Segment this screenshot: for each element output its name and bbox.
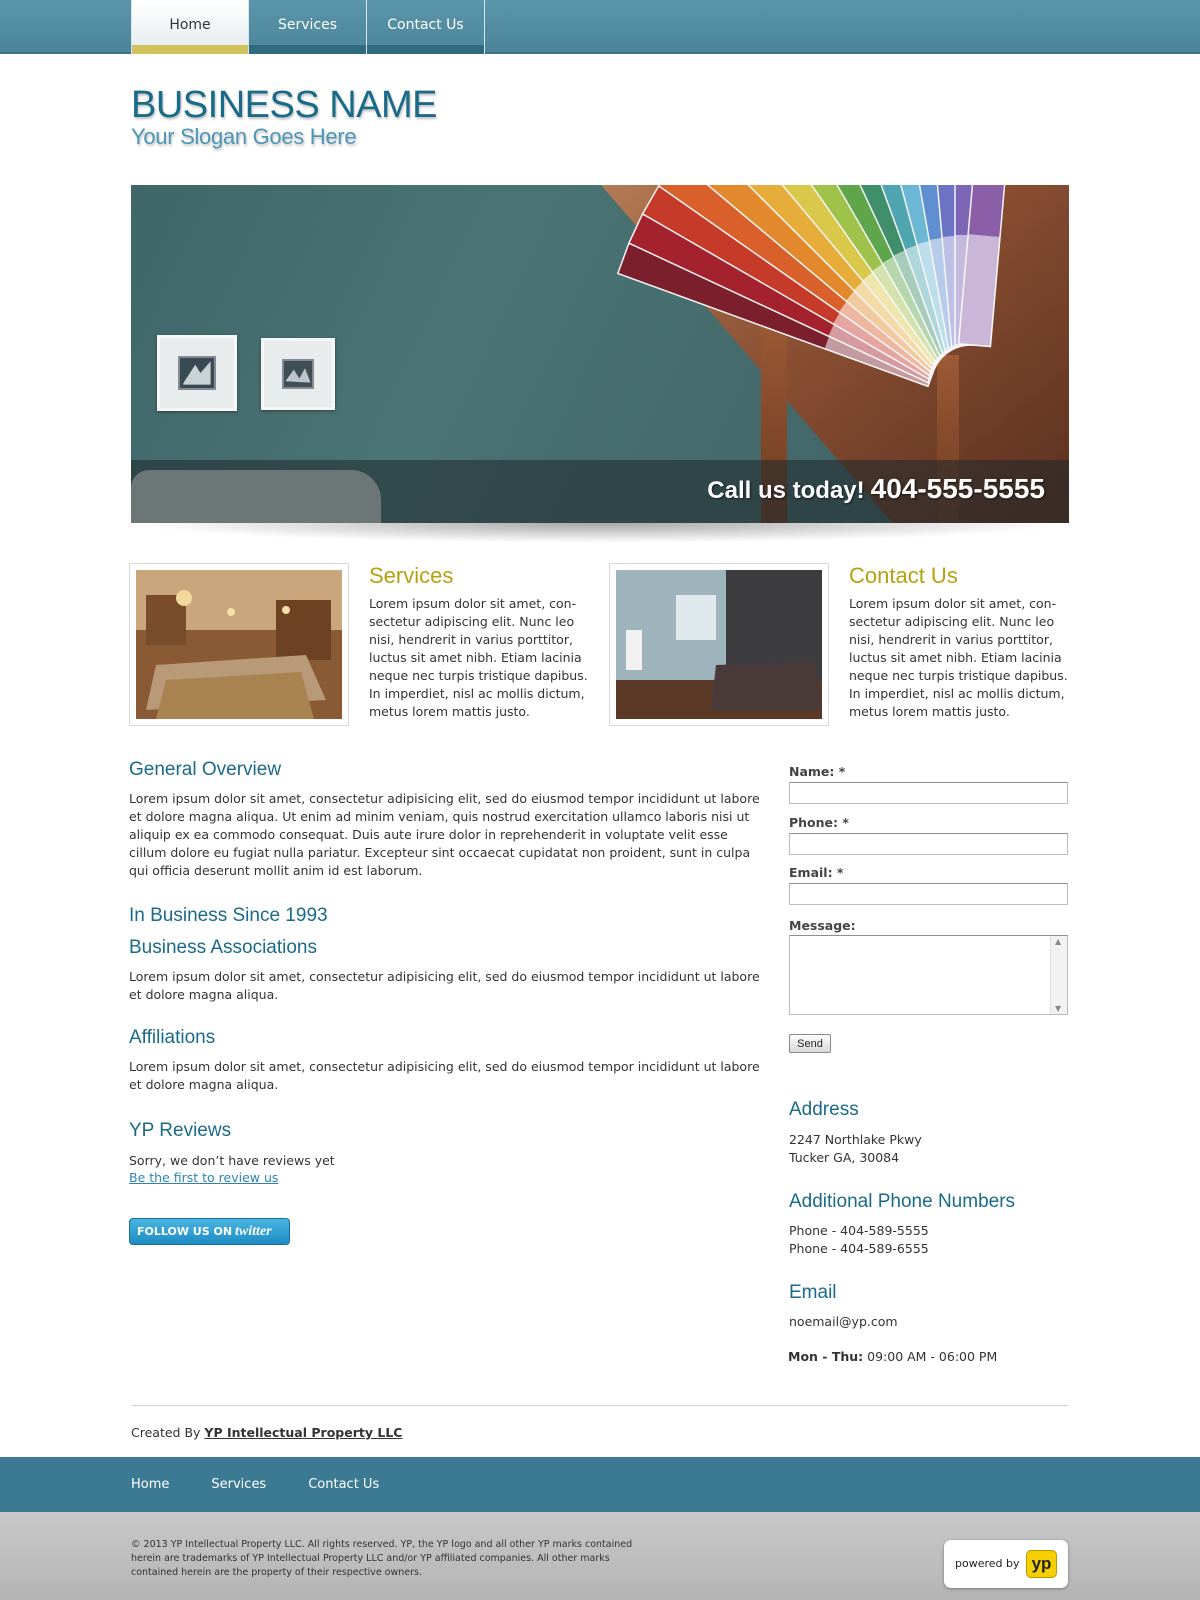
hero-banner: Call us today! 404-555-5555 — [131, 185, 1069, 523]
general-overview-text: Lorem ipsum dolor sit amet, consectetur … — [129, 791, 760, 878]
call-text: Call us today! — [707, 477, 865, 504]
wall-picture-frame — [261, 338, 335, 410]
hero-callout: Call us today! 404-555-5555 — [707, 473, 1045, 505]
email-address: noemail@yp.com — [789, 1314, 898, 1329]
created-by-link[interactable]: YP Intellectual Property LLC — [204, 1425, 402, 1440]
footer-divider — [131, 1405, 1069, 1406]
business-associations-title: Business Associations — [129, 937, 317, 958]
business-associations-text: Lorem ipsum dolor sit amet, consectetur … — [129, 969, 760, 1002]
scroll-up-arrow-icon[interactable]: ▲ — [1055, 937, 1061, 946]
yp-reviews-title: YP Reviews — [129, 1120, 232, 1141]
message-scrollbar[interactable]: ▲ ▼ — [1050, 936, 1067, 1014]
phone-input[interactable] — [789, 833, 1068, 855]
name-input[interactable] — [789, 782, 1068, 804]
powered-by-yp-badge[interactable]: powered by yp — [944, 1540, 1068, 1588]
affiliations-title: Affiliations — [129, 1027, 216, 1048]
additional-phones-title: Additional Phone Numbers — [789, 1191, 1016, 1212]
affiliations-text: Lorem ipsum dolor sit amet, consectetur … — [129, 1059, 760, 1092]
address-line-2: Tucker GA, 30084 — [789, 1150, 900, 1165]
top-nav: Home Services Contact Us — [131, 0, 485, 54]
hours-days: Mon - Thu: — [788, 1349, 864, 1364]
footer-link-contact-us[interactable]: Contact Us — [308, 1457, 379, 1512]
email-label: Email: * — [789, 865, 844, 880]
contact-text: Lorem ipsum dolor sit amet, con-sectetur… — [849, 596, 1068, 719]
contact-title: Contact Us — [849, 563, 958, 588]
general-overview-title: General Overview — [129, 759, 282, 780]
contact-thumbnail — [609, 563, 829, 726]
wall-picture-frame — [157, 335, 237, 411]
created-by: Created By YP Intellectual Property LLC — [131, 1425, 402, 1440]
review-us-link[interactable]: Be the first to review us — [129, 1170, 278, 1185]
business-slogan: Your Slogan Goes Here — [131, 124, 357, 149]
email-input[interactable] — [789, 883, 1068, 905]
nav-tab-contact-us[interactable]: Contact Us — [367, 0, 485, 54]
nav-tab-home[interactable]: Home — [131, 0, 249, 54]
send-button[interactable]: Send — [789, 1034, 831, 1053]
services-text: Lorem ipsum dolor sit amet, con-sectetur… — [369, 596, 588, 719]
hours-time: 09:00 AM - 06:00 PM — [867, 1349, 998, 1364]
scroll-down-arrow-icon[interactable]: ▼ — [1055, 1004, 1061, 1013]
services-title: Services — [369, 563, 454, 588]
nav-tab-services[interactable]: Services — [249, 0, 367, 54]
email-title: Email — [789, 1282, 837, 1303]
additional-phone-2: Phone - 404-589-6555 — [789, 1241, 929, 1256]
created-prefix: Created By — [131, 1425, 201, 1440]
address-title: Address — [789, 1099, 859, 1120]
footer-link-services[interactable]: Services — [211, 1457, 266, 1512]
legal-text: © 2013 YP Intellectual Property LLC. All… — [131, 1539, 633, 1578]
in-business-since-title: In Business Since 1993 — [129, 905, 328, 926]
hero-shadow — [131, 523, 1069, 543]
services-thumbnail — [129, 563, 349, 726]
paint-swatch-fan — [616, 185, 1020, 388]
address-line-1: 2247 Northlake Pkwy — [789, 1132, 922, 1147]
footer-link-home[interactable]: Home — [131, 1457, 169, 1512]
twitter-logo-icon: twitter — [235, 1224, 272, 1239]
message-label: Message: — [789, 918, 856, 933]
powered-by-text: powered by — [955, 1557, 1020, 1570]
bedroom-photo — [616, 570, 822, 719]
follow-twitter-button[interactable]: FOLLOW US ON twitter — [129, 1218, 290, 1245]
phone-label: Phone: * — [789, 815, 849, 830]
yp-logo-icon: yp — [1026, 1550, 1057, 1578]
additional-phone-1: Phone - 404-589-5555 — [789, 1223, 929, 1238]
message-textarea[interactable] — [789, 935, 1068, 1015]
call-phone: 404-555-5555 — [870, 473, 1045, 504]
business-hours: Mon - Thu: 09:00 AM - 06:00 PM — [788, 1349, 997, 1364]
kitchen-photo — [136, 570, 342, 719]
yp-reviews-text: Sorry, we don’t have reviews yet — [129, 1153, 335, 1168]
name-label: Name: * — [789, 764, 846, 779]
business-name: BUSINESS NAME — [131, 84, 438, 126]
footer-nav: Home Services Contact Us — [0, 1457, 1200, 1512]
twitter-prefix: FOLLOW US ON — [137, 1225, 233, 1238]
